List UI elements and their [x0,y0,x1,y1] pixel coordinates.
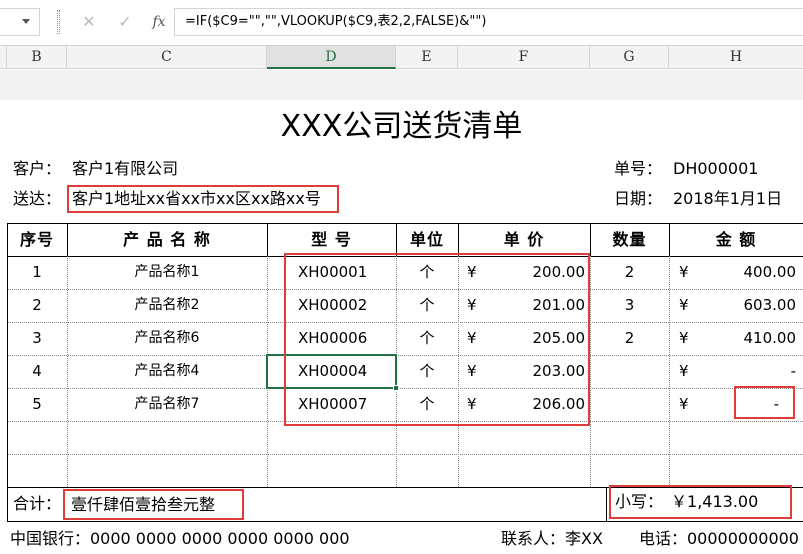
product-name-cell[interactable]: 产品名称1 [67,256,267,289]
seq-cell[interactable]: 2 [7,289,67,322]
product-name-cell[interactable]: 产品名称7 [67,388,267,421]
total-label[interactable]: 合计： [13,493,61,515]
bank-info[interactable]: 中国银行：0000 0000 0000 0000 0000 000 [10,527,350,551]
select-all-corner[interactable] [0,46,7,69]
hidden-rows-strip [0,70,803,100]
column-header-e[interactable]: E [396,46,458,69]
amount-currency: ¥ [679,263,689,281]
header-unit[interactable]: 单位 [396,224,458,256]
insert-function-icon[interactable]: fx [146,12,172,32]
total-row-bottom [7,521,803,522]
order-value[interactable]: DH000001 [673,158,758,180]
date-label[interactable]: 日期： [614,188,662,210]
formula-input[interactable]: =IF($C9="","",VLOOKUP($C9,表2,2,FALSE)&""… [174,8,803,36]
page-title[interactable]: XXX公司送货清单 [0,105,803,149]
small-value[interactable]: ￥1,413.00 [671,492,758,511]
customer-value[interactable]: 客户1有限公司 [72,158,178,180]
phone-info[interactable]: 电话：00000000000 [639,527,799,551]
enter-icon[interactable]: ✓ [112,12,138,32]
seq-cell[interactable]: 3 [7,322,67,355]
amount-currency: ¥ [679,362,689,380]
small-label[interactable]: 小写： [615,492,663,511]
seq-cell[interactable]: 4 [7,355,67,388]
header-product-name[interactable]: 产 品 名 称 [67,224,267,256]
name-box-dropdown-icon[interactable] [22,19,30,24]
total-divider [606,487,607,521]
amount-cell[interactable]: 410.00 [699,322,797,355]
amount-currency: ¥ [679,296,689,314]
header-seq[interactable]: 序号 [7,224,67,256]
qty-cell[interactable] [590,388,669,421]
name-box[interactable] [0,8,40,36]
column-header-f[interactable]: F [458,46,590,69]
amount-cell[interactable]: - [699,355,796,388]
customer-label[interactable]: 客户： [13,158,61,180]
highlight-model-price [284,253,590,426]
seq-cell[interactable]: 1 [7,256,67,289]
column-header-g[interactable]: G [590,46,669,69]
contact-info[interactable]: 联系人：李XX [501,527,603,551]
product-name-cell[interactable]: 产品名称6 [67,322,267,355]
seq-cell[interactable]: 5 [7,388,67,421]
column-header-c[interactable]: C [67,46,267,69]
address-value[interactable]: 客户1地址xx省xx市xx区xx路xx号 [67,185,339,213]
qty-cell[interactable]: 2 [590,256,669,289]
header-amount[interactable]: 金 额 [669,224,803,256]
amount-cell[interactable]: 603.00 [699,289,797,322]
qty-cell[interactable] [590,355,669,388]
empty-row[interactable] [7,454,803,487]
qty-cell[interactable]: 2 [590,322,669,355]
date-value[interactable]: 2018年1月1日 [673,188,782,210]
highlight-amount-cell [734,386,795,419]
product-name-cell[interactable]: 产品名称2 [67,289,267,322]
product-name-cell[interactable]: 产品名称4 [67,355,267,388]
amount-cell[interactable]: 400.00 [699,256,797,289]
order-label[interactable]: 单号： [614,158,662,180]
formula-bar-grip[interactable] [57,10,60,34]
cancel-icon[interactable]: ✕ [76,12,102,32]
column-header-b[interactable]: B [7,46,67,69]
total-amount-box: 小写： ￥1,413.00 [609,485,792,519]
amount-currency: ¥ [679,329,689,347]
header-qty[interactable]: 数量 [590,224,669,256]
address-label[interactable]: 送达： [13,188,61,210]
qty-cell[interactable]: 3 [590,289,669,322]
column-header-h[interactable]: H [669,46,803,69]
column-header-d[interactable]: D [267,46,396,69]
total-words[interactable]: 壹仟肆佰壹拾叁元整 [63,489,244,520]
header-price[interactable]: 单 价 [458,224,590,256]
amount-currency: ¥ [679,395,689,413]
header-model[interactable]: 型 号 [267,224,396,256]
